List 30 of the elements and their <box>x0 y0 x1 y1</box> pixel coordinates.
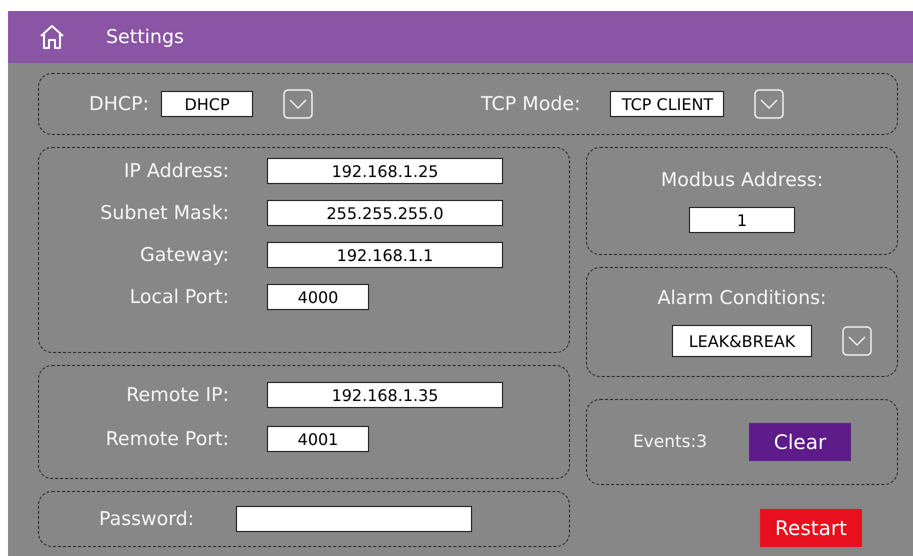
dropdown-field[interactable]: TCP CLIENT <box>610 91 724 117</box>
field-label: Gateway: <box>140 244 229 266</box>
field-label: IP Address: <box>124 160 229 182</box>
input-field[interactable]: 192.168.1.35 <box>267 382 503 408</box>
field-label: Subnet Mask: <box>100 202 229 224</box>
input-field[interactable]: 192.168.1.25 <box>267 158 503 184</box>
password-field[interactable] <box>236 506 472 532</box>
field-label: TCP Mode: <box>481 93 580 115</box>
restart-button[interactable]: Restart <box>760 509 862 547</box>
home-icon[interactable] <box>38 23 66 51</box>
dropdown-icon[interactable] <box>842 326 872 356</box>
input-field[interactable]: 192.168.1.1 <box>267 242 503 268</box>
page-title: Settings <box>106 26 184 48</box>
field-label: DHCP: <box>89 93 150 115</box>
field-label: Remote Port: <box>106 428 229 450</box>
clear-button[interactable]: Clear <box>749 423 852 461</box>
dropdown-field[interactable]: DHCP <box>161 91 254 117</box>
field-label: Local Port: <box>130 286 229 308</box>
field-label: Alarm Conditions: <box>658 287 826 309</box>
dropdown-icon[interactable] <box>754 89 784 119</box>
input-field[interactable]: 1 <box>689 207 795 233</box>
input-field[interactable]: 4001 <box>267 426 369 452</box>
events-count: Events:3 <box>632 432 708 452</box>
field-label: Modbus Address: <box>660 169 824 191</box>
field-label: Remote IP: <box>126 384 229 406</box>
field-label: Password: <box>99 508 194 530</box>
input-field[interactable]: 4000 <box>267 284 369 310</box>
input-field[interactable]: 255.255.255.0 <box>267 200 503 226</box>
dropdown-icon[interactable] <box>283 89 314 119</box>
dropdown-field[interactable]: LEAK&BREAK <box>672 325 812 357</box>
